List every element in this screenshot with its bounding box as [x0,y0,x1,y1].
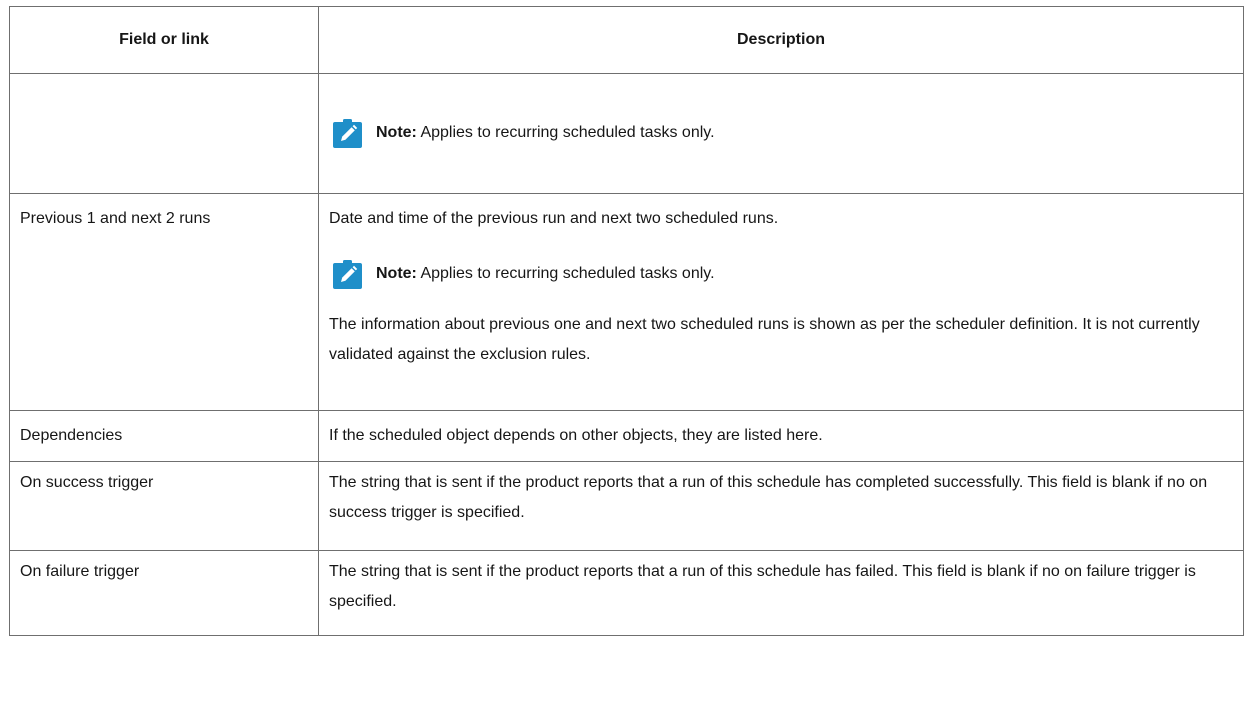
note-callout: Note: Applies to recurring scheduled tas… [319,248,1243,300]
description-cell: Date and time of the previous run and ne… [318,193,1244,411]
note-label: Note: [376,124,417,141]
table-row: Previous 1 and next 2 runs Date and time… [9,193,1244,411]
table-row: On success trigger The string that is se… [9,461,1244,551]
table-row: On failure trigger The string that is se… [9,550,1244,636]
description-text: Date and time of the previous run and ne… [329,210,779,227]
note-label: Note: [376,265,417,282]
header-description: Description [318,6,1244,74]
note-pencil-icon [333,118,362,148]
description-extra-text: The information about previous one and n… [329,316,1200,363]
note-text: Applies to recurring scheduled tasks onl… [420,265,715,282]
reference-table: Field or link Description Note: Applies … [9,6,1244,636]
note-text: Applies to recurring scheduled tasks onl… [420,124,715,141]
table-row: Dependencies If the scheduled object dep… [9,410,1244,462]
description-cell: Note: Applies to recurring scheduled tas… [318,73,1244,194]
note-pencil-icon [333,259,362,289]
field-cell: On failure trigger [9,550,319,636]
description-cell: The string that is sent if the product r… [318,461,1244,551]
header-field-or-link: Field or link [9,6,319,74]
table-header-row: Field or link Description [9,6,1244,74]
description-cell: The string that is sent if the product r… [318,550,1244,636]
field-cell: Dependencies [9,410,319,462]
field-cell: Previous 1 and next 2 runs [9,193,319,411]
description-cell: If the scheduled object depends on other… [318,410,1244,462]
field-cell [9,73,319,194]
field-cell: On success trigger [9,461,319,551]
note-callout: Note: Applies to recurring scheduled tas… [319,107,1243,159]
table-row: Note: Applies to recurring scheduled tas… [9,73,1244,194]
